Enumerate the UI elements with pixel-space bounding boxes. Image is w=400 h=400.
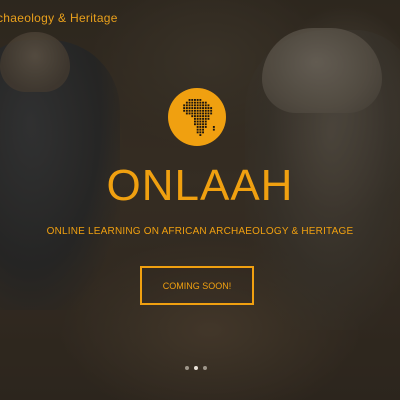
page-subtitle: ONLINE LEARNING ON AFRICAN ARCHAEOLOGY &… (46, 226, 354, 237)
slider-pagination (185, 366, 207, 370)
coming-soon-button[interactable]: COMING SOON! (140, 266, 254, 305)
page-title: ONLAAH (106, 161, 294, 210)
logo (168, 88, 226, 146)
site-brand-link[interactable]: chaeology & Heritage (0, 11, 118, 25)
africa-dots-icon (183, 99, 215, 136)
hero-section: chaeology & Heritage ONLAAH ONLINE LEARN… (0, 0, 400, 400)
slider-dot[interactable] (194, 366, 198, 370)
slider-dot[interactable] (185, 366, 189, 370)
slider-dot[interactable] (203, 366, 207, 370)
